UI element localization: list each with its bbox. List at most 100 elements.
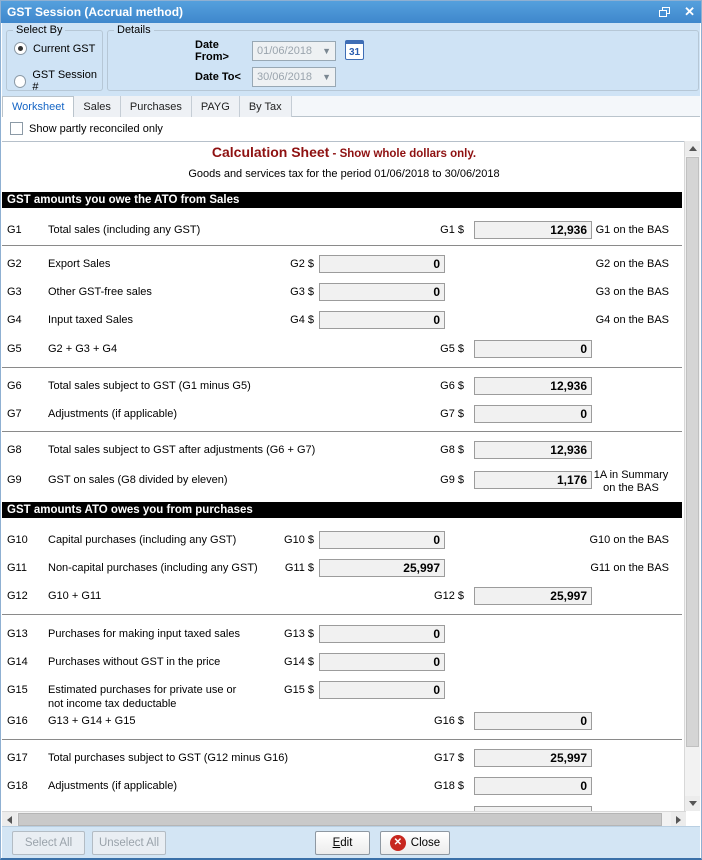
amount-input-G1[interactable]: 12,936 — [474, 221, 592, 239]
amount-label: G10 $ — [284, 534, 314, 546]
row-code-G16: G16 — [7, 715, 28, 727]
row-code-G15: G15 — [7, 684, 28, 696]
close-window-icon[interactable]: ✕ — [684, 5, 695, 18]
amount-input-G18[interactable]: 0 — [474, 777, 592, 795]
gst-session-window: GST Session (Accrual method) ✕ Select By… — [0, 0, 702, 860]
row-description: Total sales (including any GST) — [48, 224, 201, 236]
horizontal-scrollbar[interactable] — [2, 811, 686, 827]
tab-by-tax[interactable]: By Tax — [239, 96, 292, 117]
amount-input-G10[interactable]: 0 — [319, 531, 445, 549]
row-code-G7: G7 — [7, 408, 22, 420]
radio-label: GST Session # — [32, 69, 97, 93]
amount-input-G2[interactable]: 0 — [319, 255, 445, 273]
date-to-label: Date To< — [195, 71, 241, 83]
select-all-button[interactable]: Select All — [12, 831, 85, 855]
checkbox-label: Show partly reconciled only — [29, 122, 163, 135]
restore-window-icon[interactable] — [659, 7, 671, 17]
amount-label: G18 $ — [434, 780, 464, 792]
bas-note: G1 on the BAS — [595, 224, 669, 236]
calculation-sheet: Calculation Sheet - Show whole dollars o… — [2, 141, 686, 811]
section-header: GST amounts you owe the ATO from Sales — [2, 192, 682, 208]
scroll-left-icon[interactable] — [2, 812, 17, 827]
amount-label: G16 $ — [434, 715, 464, 727]
window-title: GST Session (Accrual method) — [7, 5, 184, 19]
amount-input-G16[interactable]: 0 — [474, 712, 592, 730]
tab-worksheet[interactable]: Worksheet — [2, 96, 75, 117]
tab-purchases[interactable]: Purchases — [120, 96, 192, 117]
amount-label: G12 $ — [434, 590, 464, 602]
row-code-G1: G1 — [7, 224, 22, 236]
row-code-G12: G12 — [7, 590, 28, 602]
row-description: Other GST-free sales — [48, 286, 152, 298]
amount-label: G17 $ — [434, 752, 464, 764]
amount-label: G9 $ — [440, 474, 464, 486]
amount-input-G7[interactable]: 0 — [474, 405, 592, 423]
sheet-title: Calculation Sheet - Show whole dollars o… — [211, 144, 477, 160]
date-from-label: Date From> — [195, 39, 229, 63]
radio-current-gst[interactable]: Current GST — [14, 42, 95, 55]
row-code-G6: G6 — [7, 380, 22, 392]
horizontal-scrollbar-thumb[interactable] — [18, 813, 662, 826]
radio-button-icon[interactable] — [14, 74, 27, 88]
details-group: Details Date From> 01/06/2018 ▼ 31 Date … — [107, 24, 699, 91]
amount-input-G15[interactable]: 0 — [319, 681, 445, 699]
date-from-input[interactable]: 01/06/2018 ▼ — [252, 41, 336, 61]
row-code-G14: G14 — [7, 656, 28, 668]
amount-input-G13[interactable]: 0 — [319, 625, 445, 643]
vertical-scrollbar[interactable] — [684, 141, 700, 811]
select-by-legend: Select By — [13, 24, 66, 36]
tab-strip: Worksheet Sales Purchases PAYG By Tax — [2, 96, 700, 117]
radio-gst-session[interactable]: GST Session # — [14, 69, 102, 93]
unselect-all-button[interactable]: Unselect All — [92, 831, 166, 855]
amount-label: G7 $ — [440, 408, 464, 420]
tab-sales[interactable]: Sales — [74, 96, 121, 117]
row-code-G3: G3 — [7, 286, 22, 298]
vertical-scrollbar-thumb[interactable] — [686, 157, 699, 747]
amount-input-G8[interactable]: 12,936 — [474, 441, 592, 459]
bas-note: 1A in Summary on the BAS — [593, 469, 669, 494]
close-red-icon: ✕ — [389, 835, 406, 851]
edit-button[interactable]: Edit — [315, 831, 370, 855]
scroll-down-icon[interactable] — [685, 796, 700, 811]
radio-button-icon[interactable] — [14, 42, 27, 55]
row-code-G4: G4 — [7, 314, 22, 326]
radio-label: Current GST — [33, 42, 96, 55]
chevron-down-icon: ▼ — [322, 46, 331, 56]
amount-input-G6[interactable]: 12,936 — [474, 377, 592, 395]
row-divider — [2, 367, 682, 368]
row-description: Export Sales — [48, 258, 111, 270]
amount-input-G17[interactable]: 25,997 — [474, 749, 592, 767]
scroll-right-icon[interactable] — [671, 812, 686, 827]
bas-note: G11 on the BAS — [590, 562, 669, 574]
row-description: Input taxed Sales — [48, 314, 134, 326]
amount-input-G12[interactable]: 25,997 — [474, 587, 592, 605]
details-legend: Details — [114, 24, 154, 36]
amount-input-G5[interactable]: 0 — [474, 340, 592, 358]
amount-label: G3 $ — [290, 286, 314, 298]
amount-input-G9[interactable]: 1,176 — [474, 471, 592, 489]
amount-label: G13 $ — [284, 628, 314, 640]
row-description: Capital purchases (including any GST) — [48, 534, 237, 546]
amount-label: G4 $ — [290, 314, 314, 326]
amount-input-G4[interactable]: 0 — [319, 311, 445, 329]
row-description: G2 + G3 + G4 — [48, 343, 118, 355]
row-divider — [2, 431, 682, 432]
row-divider — [2, 245, 682, 246]
row-code-G17: G17 — [7, 752, 28, 764]
tab-payg[interactable]: PAYG — [191, 96, 240, 117]
amount-label: G2 $ — [290, 258, 314, 270]
calendar-icon[interactable]: 31 — [345, 40, 364, 60]
row-code-G10: G10 — [7, 534, 28, 546]
close-button[interactable]: ✕ Close — [380, 831, 450, 855]
amount-label: G15 $ — [284, 684, 314, 696]
date-to-input[interactable]: 30/06/2018 ▼ — [252, 67, 336, 87]
row-code-G11: G11 — [7, 562, 27, 574]
row-divider — [2, 614, 682, 615]
row-description: G10 + G11 — [48, 590, 102, 602]
scroll-up-icon[interactable] — [685, 141, 700, 156]
amount-input-G14[interactable]: 0 — [319, 653, 445, 671]
show-partly-reconciled-checkbox[interactable] — [10, 122, 23, 135]
amount-input-G3[interactable]: 0 — [319, 283, 445, 301]
amount-input-G11[interactable]: 25,997 — [319, 559, 445, 577]
row-description: G13 + G14 + G15 — [48, 715, 136, 727]
